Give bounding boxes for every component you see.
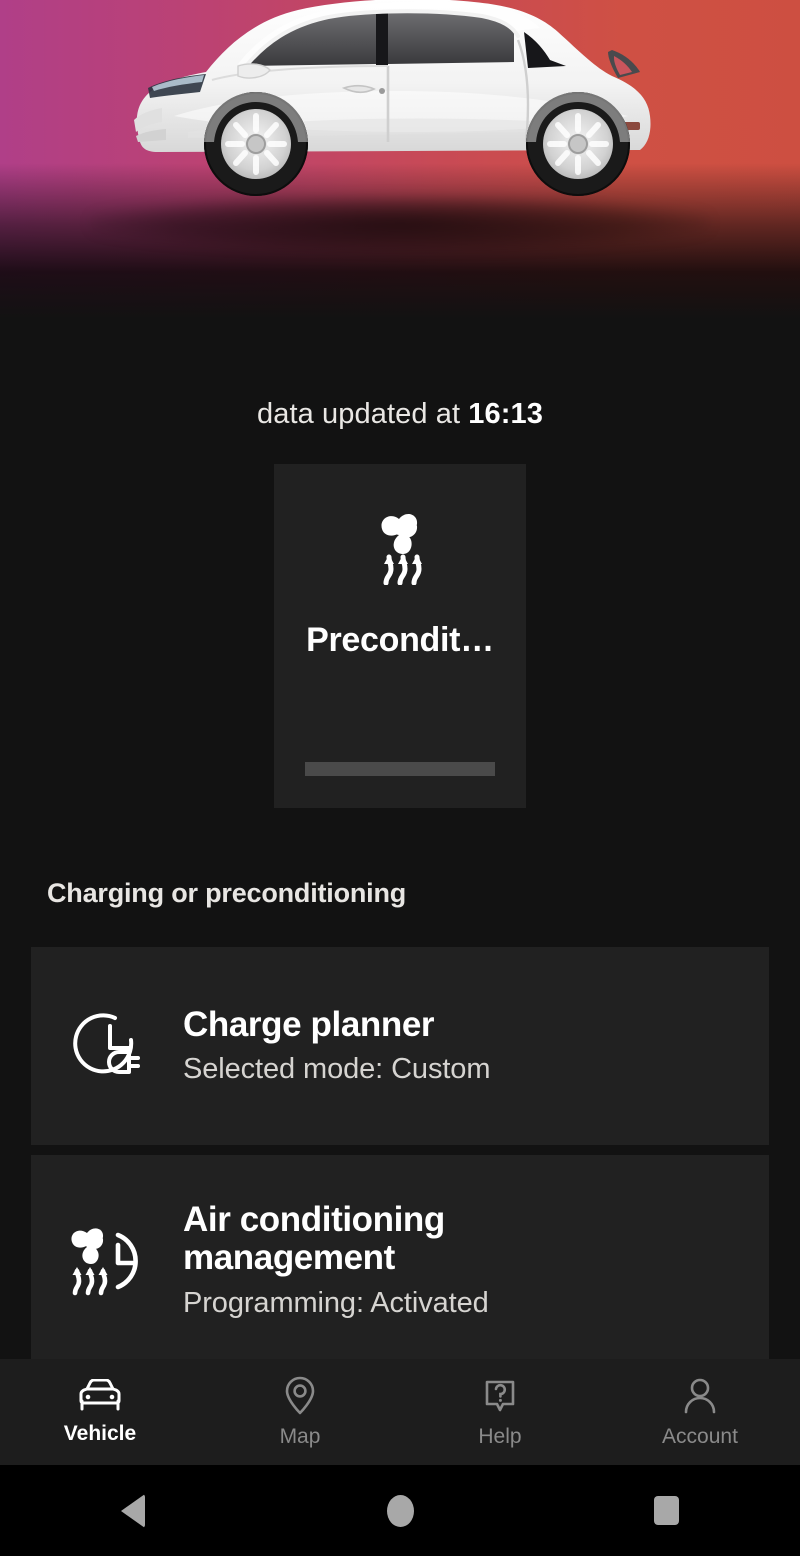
preconditioning-title: Precondit… [306, 621, 494, 659]
bottom-tab-bar: Vehicle Map Help Account [0, 1359, 800, 1465]
card-charge-planner-text: Charge planner Selected mode: Custom [183, 1004, 769, 1087]
data-updated-prefix: data updated at [257, 398, 469, 430]
car-front-icon [77, 1378, 123, 1413]
tab-account[interactable]: Account [600, 1359, 800, 1465]
card-charge-planner[interactable]: Charge planner Selected mode: Custom [31, 947, 769, 1145]
vehicle-hero [0, 0, 800, 340]
card-air-conditioning-management[interactable]: Air conditioning management Programming:… [31, 1155, 769, 1365]
card-air-conditioning-text: Air conditioning management Programming:… [183, 1199, 769, 1320]
card-air-conditioning-subtitle: Programming: Activated [183, 1286, 489, 1319]
recents-square-icon [654, 1496, 680, 1525]
app-root: data updated at 16:13 Precondit… Chargin… [0, 0, 800, 1556]
vehicle-image [134, 0, 651, 196]
card-charge-planner-title: Charge planner [183, 1004, 435, 1044]
back-triangle-icon [121, 1493, 146, 1528]
tab-vehicle[interactable]: Vehicle [0, 1359, 200, 1465]
section-title-charging-preconditioning: Charging or preconditioning [47, 878, 407, 908]
tab-account-label: Account [662, 1424, 738, 1448]
location-pin-icon [282, 1376, 318, 1416]
system-recents-button[interactable] [533, 1465, 800, 1556]
tab-help[interactable]: Help [400, 1359, 600, 1465]
tab-map[interactable]: Map [200, 1359, 400, 1465]
question-bubble-icon [482, 1376, 518, 1416]
person-icon [682, 1376, 718, 1416]
preconditioning-progress-bar[interactable] [305, 762, 495, 776]
android-system-nav [0, 1465, 800, 1556]
system-home-button[interactable] [267, 1465, 534, 1556]
card-air-conditioning-title: Air conditioning management [183, 1199, 445, 1277]
preconditioning-tile[interactable]: Precondit… [274, 464, 526, 808]
tab-help-label: Help [478, 1424, 522, 1448]
fan-heat-waves-icon [372, 509, 428, 590]
data-updated-status: data updated at 16:13 [0, 398, 800, 431]
clock-plug-icon [31, 1008, 183, 1084]
home-circle-icon [386, 1494, 414, 1527]
card-charge-planner-subtitle: Selected mode: Custom [183, 1053, 491, 1086]
system-back-button[interactable] [0, 1465, 267, 1556]
data-updated-time: 16:13 [468, 398, 543, 430]
tab-map-label: Map [279, 1424, 321, 1448]
fan-clock-icon [31, 1221, 183, 1299]
tab-vehicle-label: Vehicle [63, 1421, 137, 1445]
